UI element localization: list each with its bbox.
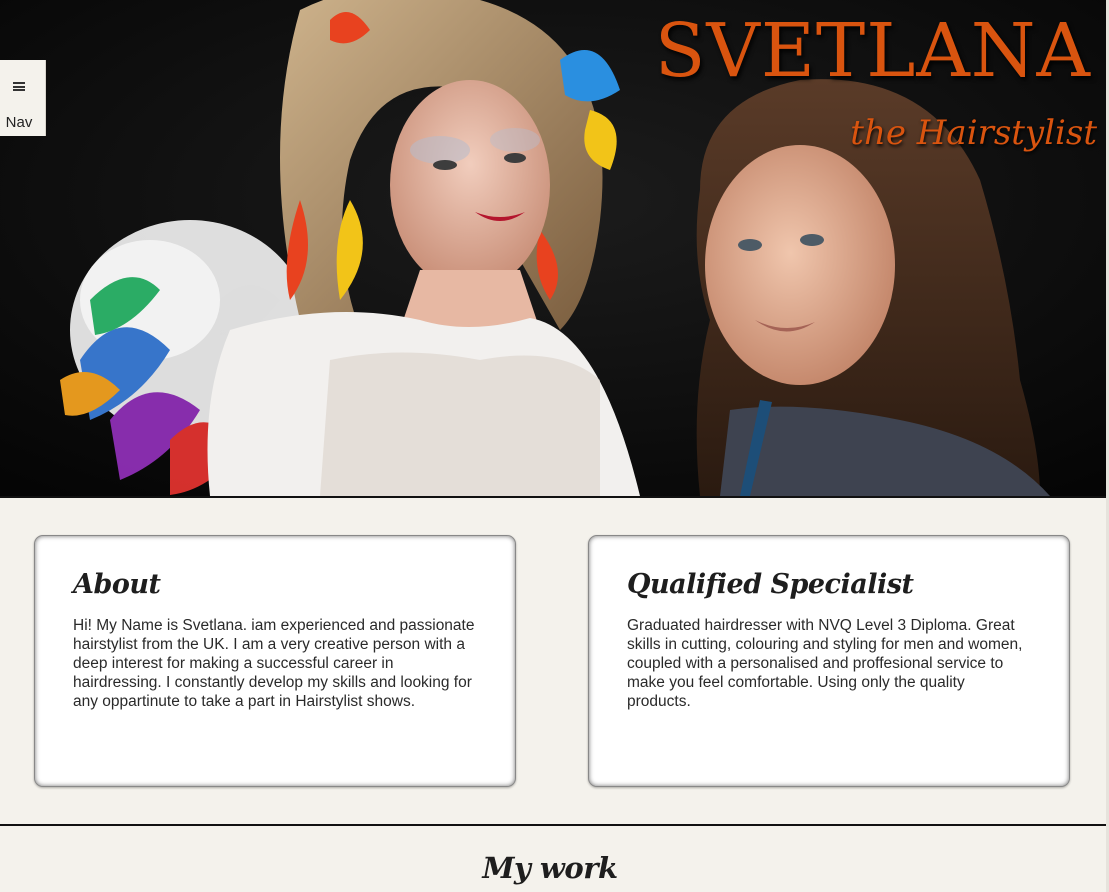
- qualified-text: Graduated hairdresser with NVQ Level 3 D…: [627, 617, 1023, 710]
- site-subtitle: the Hairstylist: [850, 113, 1097, 153]
- work-heading: My work: [482, 851, 618, 885]
- nav-toggle-button[interactable]: Nav: [0, 60, 46, 136]
- about-text: Hi! My Name is Svetlana. iam experienced…: [73, 617, 475, 710]
- nav-label: Nav: [5, 114, 33, 131]
- qualified-heading: Qualified Specialist: [627, 569, 914, 600]
- about-card: About Hi! My Name is Svetlana. iam exper…: [34, 535, 516, 787]
- qualified-card: Qualified Specialist Graduated hairdress…: [588, 535, 1070, 787]
- hamburger-icon: [13, 82, 25, 91]
- about-heading: About: [73, 569, 161, 600]
- site-title: SVETLANA: [654, 8, 1091, 94]
- section-divider: [0, 824, 1106, 826]
- hero-banner: SVETLANA the Hairstylist: [0, 0, 1109, 498]
- page: SVETLANA the Hairstylist Nav About Hi! M…: [0, 0, 1109, 892]
